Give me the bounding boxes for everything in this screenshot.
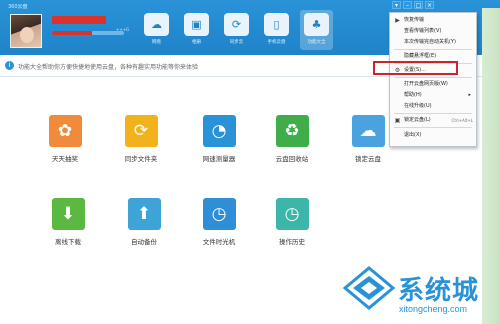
menu-shortcut: Ctrl+Alt+L [451, 118, 473, 123]
menu-item-auto-shutdown[interactable]: 本次传输完自动关机(Y) [390, 37, 476, 48]
menu-item-label: 在线升级(U) [404, 103, 432, 109]
nav-netdisk[interactable]: ☁ 网盘 [140, 10, 173, 50]
maximize-button[interactable]: □ [414, 1, 423, 9]
app-title: 360云盘 [8, 4, 28, 10]
tool-lottery[interactable]: ✿ 天天抽奖 [39, 115, 91, 163]
menu-item-transfer-list[interactable]: 查看传输列表(V) [390, 26, 476, 37]
nav-label: 网盘 [152, 40, 161, 45]
recycle-icon: ♻ [275, 115, 309, 147]
menu-item-label: 退出(X) [404, 132, 422, 138]
history-icon: ◷ [275, 198, 309, 230]
nav-label: 功能大全 [307, 40, 326, 45]
watermark-title: 系统城 [398, 276, 480, 306]
menu-item-label: 锁定云盘(L) [404, 117, 431, 123]
resume-icon: ▶ [395, 17, 400, 24]
settings-highlight-annotation [373, 61, 458, 75]
time-machine-icon: ◷ [202, 198, 236, 230]
nav-sync[interactable]: ⟳ 同步云 [220, 10, 253, 50]
username-redacted [52, 16, 106, 24]
capacity-fill [52, 31, 92, 35]
photo-icon: ▣ [184, 13, 209, 36]
menu-dropdown-button[interactable]: ▾ [392, 1, 401, 9]
menu-separator [394, 49, 472, 50]
lottery-icon: ✿ [48, 115, 82, 147]
speedometer-icon: ◔ [202, 115, 236, 147]
cloud-icon: ☁ [144, 13, 169, 36]
avatar-face [20, 27, 34, 43]
tool-speed-test[interactable]: ◔ 网速测量器 [193, 115, 245, 163]
phone-icon: ▯ [264, 13, 289, 36]
lock-icon: ▣ [394, 117, 401, 124]
tool-label: 操作历史 [279, 238, 305, 246]
capacity-bar [52, 31, 124, 35]
menu-item-label: 隐藏悬浮框(E) [404, 53, 437, 59]
tool-offline-download[interactable]: ⬇ 离线下载 [42, 198, 94, 246]
tool-label: 网速测量器 [202, 155, 236, 163]
info-icon: i [5, 61, 14, 70]
menu-item-label: 恢复传输 [404, 17, 425, 23]
submenu-arrow-icon: ▸ [468, 92, 471, 98]
menu-item-label: 本次传输完自动关机(Y) [404, 39, 456, 45]
tool-sync-folder[interactable]: ⟳ 同步文件夹 [115, 115, 167, 163]
menu-item-label: 帮助(H) [404, 92, 422, 98]
menu-item-exit[interactable]: 退出(X) [390, 130, 476, 141]
menu-separator [394, 127, 472, 128]
minimize-button[interactable]: – [403, 1, 412, 9]
context-menu: ▶ 恢复传输 查看传输列表(V) 本次传输完自动关机(Y) 隐藏悬浮框(E) ⚙… [389, 12, 477, 147]
menu-item-label: 查看传输列表(V) [404, 28, 442, 34]
nav-album[interactable]: ▣ 相册 [180, 10, 213, 50]
menu-separator [394, 77, 472, 78]
watermark-url: xitongcheng.com [399, 304, 468, 314]
close-button[interactable]: × [425, 1, 434, 9]
tool-label: 自动备份 [131, 238, 157, 246]
window-controls: ▾ – □ × [392, 1, 434, 9]
sync-icon: ⟳ [224, 13, 249, 36]
tool-lock-disk[interactable]: ☁ 锁定云盘 [342, 115, 394, 163]
menu-item-lock[interactable]: ▣ 锁定云盘(L) Ctrl+Alt+L [390, 115, 476, 126]
watermark: 系统城 xitongcheng.com [343, 262, 493, 322]
nav-label: 同步云 [229, 40, 244, 45]
tool-label: 天天抽奖 [52, 155, 78, 163]
menu-item-upgrade[interactable]: 在线升级(U) [390, 101, 476, 112]
tool-label: 文件时光机 [202, 238, 236, 246]
nav-mobile[interactable]: ▯ 手机云盘 [260, 10, 293, 50]
tool-label: 离线下载 [55, 238, 81, 246]
nav-all-features[interactable]: ♣ 功能大全 [300, 10, 333, 50]
tool-label: 同步文件夹 [124, 155, 158, 163]
menu-item-resume[interactable]: ▶ 恢复传输 [390, 15, 476, 26]
nav-label: 手机云盘 [267, 40, 286, 45]
apps-icon: ♣ [304, 13, 329, 36]
tool-auto-backup[interactable]: ⬆ 自动备份 [118, 198, 170, 246]
sync-folder-icon: ⟳ [124, 115, 158, 147]
offline-download-icon: ⬇ [51, 198, 85, 230]
nav-label: 相册 [192, 40, 201, 45]
tool-label: 锁定云盘 [355, 155, 381, 163]
auto-backup-icon: ⬆ [127, 198, 161, 230]
menu-item-help[interactable]: 帮助(H) ▸ [390, 90, 476, 101]
watermark-logo-icon [343, 266, 395, 310]
cloud-lock-icon: ☁ [351, 115, 385, 147]
menu-separator [394, 113, 472, 114]
notice-text: 功能大全帮助你方便快捷地使用云盘，各种有趣实用功能等你来体验 [18, 64, 199, 71]
avatar[interactable] [10, 14, 42, 48]
capacity-text: +++G [116, 27, 130, 32]
tool-recycle-bin[interactable]: ♻ 云盘回收站 [266, 115, 318, 163]
tool-label: 云盘回收站 [275, 155, 309, 163]
menu-item-web-version[interactable]: 打开云盘网页版(W) [390, 79, 476, 90]
menu-item-label: 打开云盘网页版(W) [404, 81, 448, 87]
top-nav: ☁ 网盘 ▣ 相册 ⟳ 同步云 ▯ 手机云盘 ♣ 功能大全 [140, 10, 333, 50]
tool-history[interactable]: ◷ 操作历史 [266, 198, 318, 246]
tool-time-machine[interactable]: ◷ 文件时光机 [193, 198, 245, 246]
